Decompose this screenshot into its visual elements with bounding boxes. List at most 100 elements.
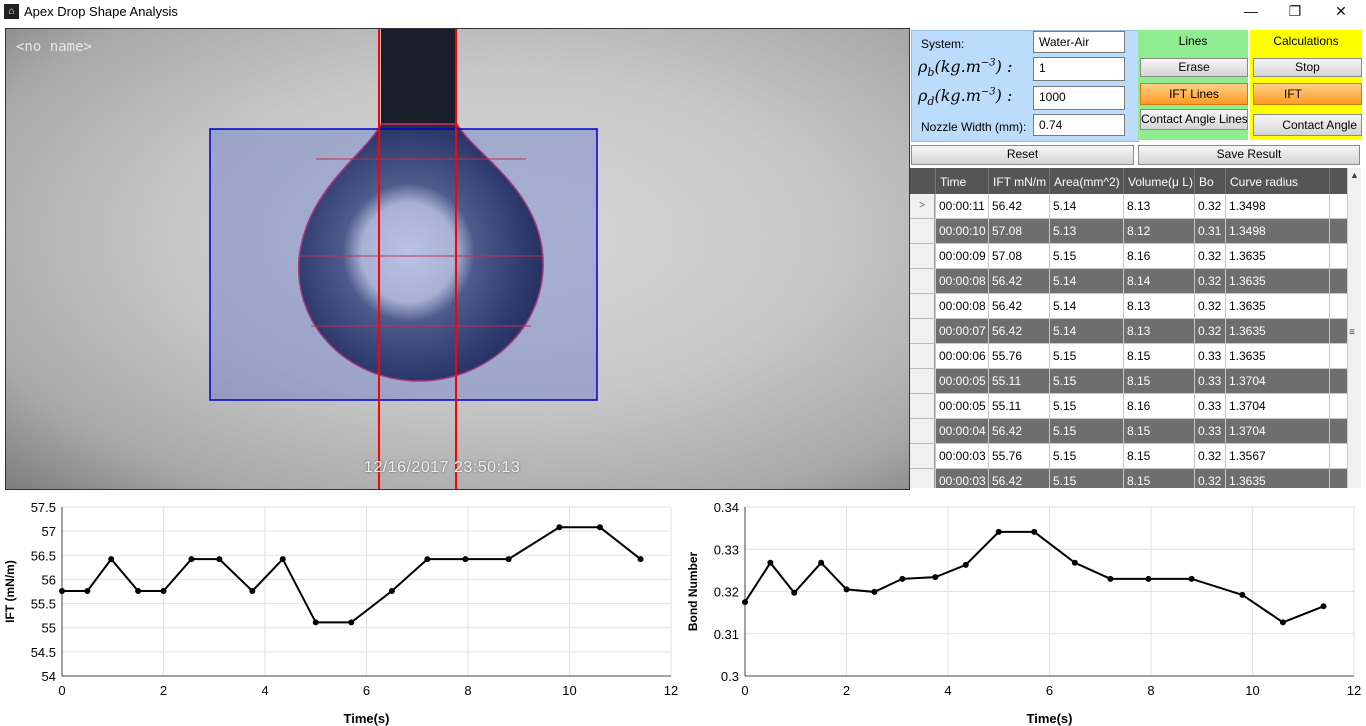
- table-cell[interactable]: 57.08: [988, 219, 1049, 244]
- table-cell[interactable]: 8.16: [1123, 244, 1194, 269]
- table-cell[interactable]: 0.32: [1194, 194, 1225, 219]
- table-cell[interactable]: 1.3635: [1225, 294, 1329, 319]
- table-row[interactable]: 00:00:08 56.42 5.14 8.13 0.32 1.3635: [910, 294, 1347, 319]
- row-header[interactable]: [910, 294, 935, 319]
- table-cell[interactable]: 56.42: [988, 294, 1049, 319]
- table-cell[interactable]: 0.33: [1194, 419, 1225, 444]
- table-cell[interactable]: 8.13: [1123, 319, 1194, 344]
- table-cell[interactable]: 8.14: [1123, 269, 1194, 294]
- table-cell[interactable]: 1.3635: [1225, 244, 1329, 269]
- save-result-button[interactable]: Save Result: [1138, 145, 1360, 165]
- table-row[interactable]: 00:00:08 56.42 5.14 8.14 0.32 1.3635: [910, 269, 1347, 294]
- table-cell[interactable]: 0.32: [1194, 444, 1225, 469]
- table-cell[interactable]: 8.13: [1123, 294, 1194, 319]
- table-cell[interactable]: 00:00:08: [935, 269, 988, 294]
- system-field[interactable]: Water-Air: [1033, 31, 1125, 53]
- reset-button[interactable]: Reset: [911, 145, 1134, 165]
- table-cell[interactable]: 1.3635: [1225, 269, 1329, 294]
- table-cell[interactable]: 1.3635: [1225, 319, 1329, 344]
- table-cell[interactable]: 1.3704: [1225, 369, 1329, 394]
- table-cell[interactable]: 56.42: [988, 194, 1049, 219]
- table-cell[interactable]: 55.11: [988, 369, 1049, 394]
- row-header[interactable]: >: [910, 194, 935, 219]
- table-cell[interactable]: 55.76: [988, 344, 1049, 369]
- table-cell[interactable]: 5.15: [1049, 344, 1123, 369]
- table-cell[interactable]: 00:00:03: [935, 444, 988, 469]
- row-header[interactable]: [910, 444, 935, 469]
- table-cell[interactable]: 57.08: [988, 244, 1049, 269]
- table-cell[interactable]: 00:00:07: [935, 319, 988, 344]
- row-header[interactable]: [910, 269, 935, 294]
- table-cell[interactable]: 0.31: [1194, 219, 1225, 244]
- ift-lines-button[interactable]: IFT Lines: [1140, 83, 1248, 105]
- table-cell[interactable]: 8.15: [1123, 344, 1194, 369]
- contact-angle-lines-button[interactable]: Contact Angle Lines: [1140, 109, 1248, 130]
- table-row[interactable]: 00:00:05 55.11 5.15 8.15 0.33 1.3704: [910, 369, 1347, 394]
- table-cell[interactable]: 00:00:08: [935, 294, 988, 319]
- minimize-button[interactable]: —: [1228, 0, 1274, 24]
- table-cell[interactable]: 5.14: [1049, 194, 1123, 219]
- row-header[interactable]: [910, 419, 935, 444]
- table-cell[interactable]: 0.33: [1194, 394, 1225, 419]
- erase-button[interactable]: Erase: [1140, 58, 1248, 77]
- table-row[interactable]: 00:00:06 55.76 5.15 8.15 0.33 1.3635: [910, 344, 1347, 369]
- table-cell[interactable]: 55.76: [988, 444, 1049, 469]
- table-cell[interactable]: 1.3498: [1225, 219, 1329, 244]
- table-row[interactable]: 00:00:10 57.08 5.13 8.12 0.31 1.3498: [910, 219, 1347, 244]
- table-row[interactable]: 00:00:03 56.42 5.15 8.15 0.32 1.3635: [910, 469, 1347, 488]
- table-cell[interactable]: 5.15: [1049, 469, 1123, 488]
- row-header[interactable]: [910, 369, 935, 394]
- row-header[interactable]: [910, 319, 935, 344]
- table-cell[interactable]: 0.33: [1194, 369, 1225, 394]
- camera-view[interactable]: <no name> 12/16/2017 23:50:13: [5, 28, 910, 490]
- table-cell[interactable]: 56.42: [988, 419, 1049, 444]
- rho-b-field[interactable]: 1: [1033, 57, 1125, 81]
- table-cell[interactable]: 5.14: [1049, 294, 1123, 319]
- table-cell[interactable]: 56.42: [988, 319, 1049, 344]
- column-header-bo[interactable]: Bo: [1194, 168, 1225, 194]
- table-cell[interactable]: 5.13: [1049, 219, 1123, 244]
- table-row[interactable]: 00:00:04 56.42 5.15 8.15 0.33 1.3704: [910, 419, 1347, 444]
- ift-button[interactable]: IFT: [1253, 83, 1362, 105]
- table-cell[interactable]: 5.15: [1049, 444, 1123, 469]
- table-cell[interactable]: 56.42: [988, 269, 1049, 294]
- column-header-volume[interactable]: Volume(μ L): [1123, 168, 1194, 194]
- table-cell[interactable]: 0.32: [1194, 469, 1225, 488]
- roi-rectangle[interactable]: [209, 128, 598, 401]
- row-header[interactable]: [910, 469, 935, 488]
- table-cell[interactable]: 00:00:05: [935, 369, 988, 394]
- contact-angle-button[interactable]: Contact Angle: [1253, 114, 1362, 136]
- table-cell[interactable]: 0.32: [1194, 319, 1225, 344]
- table-cell[interactable]: 8.15: [1123, 444, 1194, 469]
- row-header[interactable]: [910, 394, 935, 419]
- table-cell[interactable]: 55.11: [988, 394, 1049, 419]
- table-cell[interactable]: 8.12: [1123, 219, 1194, 244]
- rho-d-field[interactable]: 1000: [1033, 86, 1125, 110]
- table-cell[interactable]: 1.3635: [1225, 469, 1329, 488]
- table-cell[interactable]: 00:00:09: [935, 244, 988, 269]
- maximize-button[interactable]: ❐: [1272, 0, 1318, 24]
- table-row[interactable]: 00:00:03 55.76 5.15 8.15 0.32 1.3567: [910, 444, 1347, 469]
- table-cell[interactable]: 8.15: [1123, 369, 1194, 394]
- column-header-time[interactable]: Time: [935, 168, 988, 194]
- row-header[interactable]: [910, 219, 935, 244]
- results-table[interactable]: Time IFT mN/m Area(mm^2) Volume(μ L) Bo …: [910, 168, 1361, 488]
- table-cell[interactable]: 1.3567: [1225, 444, 1329, 469]
- table-cell[interactable]: 5.15: [1049, 419, 1123, 444]
- table-cell[interactable]: 00:00:11: [935, 194, 988, 219]
- close-button[interactable]: ✕: [1318, 0, 1364, 24]
- table-cell[interactable]: 0.32: [1194, 269, 1225, 294]
- table-cell[interactable]: 00:00:03: [935, 469, 988, 488]
- table-cell[interactable]: 1.3498: [1225, 194, 1329, 219]
- table-cell[interactable]: 1.3635: [1225, 344, 1329, 369]
- table-cell[interactable]: 0.32: [1194, 294, 1225, 319]
- column-header-curve-radius[interactable]: Curve radius (mm): [1225, 168, 1329, 217]
- table-cell[interactable]: 5.15: [1049, 369, 1123, 394]
- nozzle-width-field[interactable]: 0.74: [1033, 114, 1125, 136]
- table-cell[interactable]: 5.15: [1049, 394, 1123, 419]
- scroll-up-icon[interactable]: ▲: [1350, 170, 1359, 180]
- table-cell[interactable]: 00:00:04: [935, 419, 988, 444]
- table-cell[interactable]: 1.3704: [1225, 419, 1329, 444]
- table-cell[interactable]: 00:00:10: [935, 219, 988, 244]
- stop-button[interactable]: Stop: [1253, 58, 1362, 77]
